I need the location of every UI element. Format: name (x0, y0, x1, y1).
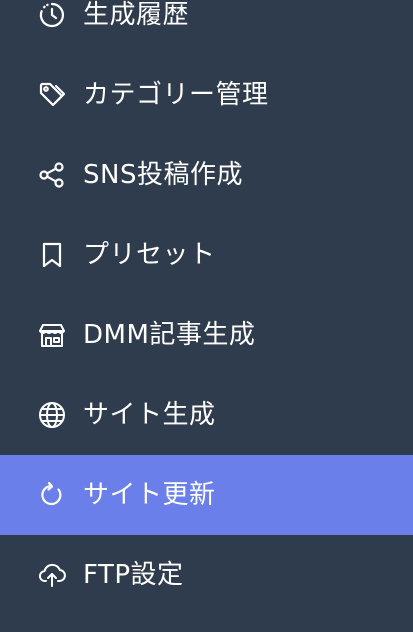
sidebar-item-label: サイト生成 (83, 400, 216, 430)
share-icon (37, 160, 67, 190)
bookmark-icon (37, 240, 67, 270)
sidebar-item-sns-post[interactable]: SNS投稿作成 (0, 135, 413, 215)
refresh-icon (37, 480, 67, 510)
sidebar-item-label: サイト更新 (83, 480, 216, 510)
sidebar-item-label: SNS投稿作成 (83, 160, 243, 190)
store-icon (37, 320, 67, 350)
sidebar-item-site-update[interactable]: サイト更新 (0, 455, 413, 535)
tag-icon (37, 80, 67, 110)
sidebar-item-label: DMM記事生成 (83, 320, 256, 350)
sidebar-item-ftp-settings[interactable]: FTP設定 (0, 535, 413, 615)
globe-icon (37, 400, 67, 430)
sidebar-item-category-management[interactable]: カテゴリー管理 (0, 55, 413, 135)
sidebar-item-label: プリセット (83, 240, 216, 270)
sidebar-item-preset[interactable]: プリセット (0, 215, 413, 295)
sidebar-item-site-generate[interactable]: サイト生成 (0, 375, 413, 455)
sidebar: 生成履歴 カテゴリー管理 SNS投稿作成 プリセット DMM記事生成 サイト生成… (0, 0, 413, 632)
sidebar-item-dmm-article[interactable]: DMM記事生成 (0, 295, 413, 375)
cloud-upload-icon (37, 560, 67, 590)
sidebar-item-history[interactable]: 生成履歴 (0, 0, 413, 55)
sidebar-item-label: FTP設定 (83, 560, 184, 590)
sidebar-item-label: カテゴリー管理 (83, 80, 269, 110)
sidebar-item-label: 生成履歴 (83, 0, 190, 30)
history-icon (37, 0, 67, 30)
